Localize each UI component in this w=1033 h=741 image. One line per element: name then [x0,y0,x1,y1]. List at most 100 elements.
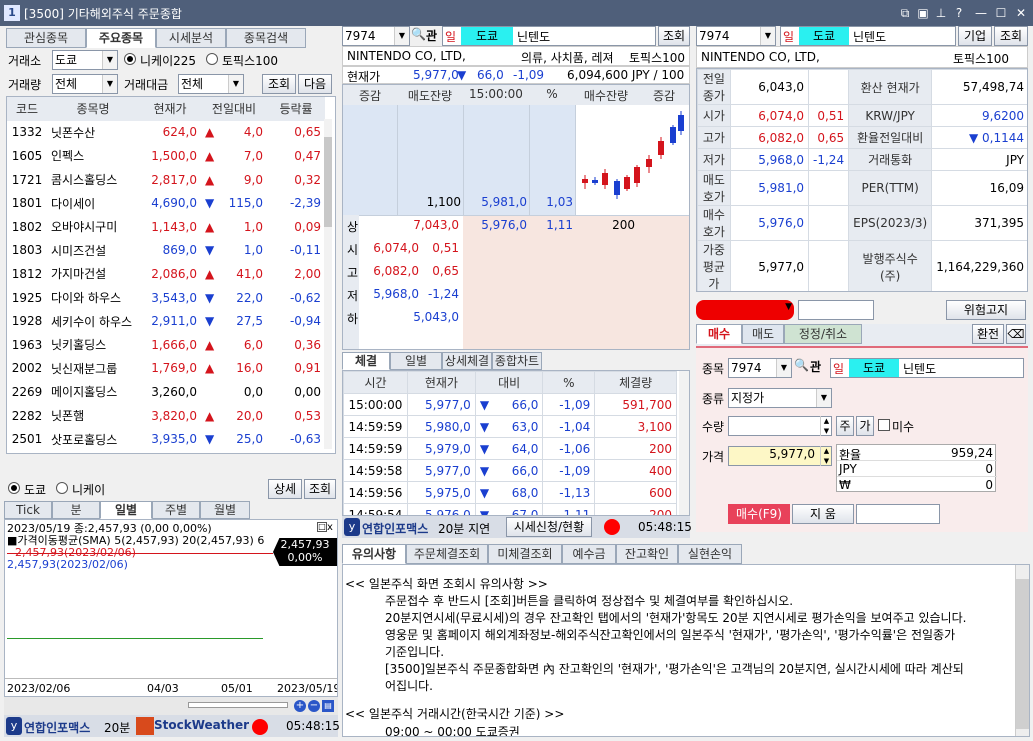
mid-market-box[interactable]: 일 도쿄 닌텐도 [442,26,656,46]
tab-search[interactable]: 종목검색 [226,28,306,48]
tab-analysis[interactable]: 시세분석 [156,28,226,48]
tab-daily[interactable]: 일별 [100,501,152,519]
buy-button[interactable]: 매수(F9) [728,504,790,524]
query-button[interactable]: 조회 [262,74,296,94]
tab-deposit[interactable]: 예수금 [562,544,616,564]
radio-nikkei[interactable] [56,482,68,494]
scroll-thumb[interactable] [324,137,332,227]
chart-window-icon[interactable]: □ [317,522,327,532]
close-icon[interactable]: ✕ [1012,4,1030,22]
tab-major[interactable]: 주요종목 [86,28,156,48]
tab-trades[interactable]: 체결 [342,352,390,370]
info-label2: 거래통화 [848,148,933,171]
right-market-box[interactable]: 일 도쿄 닌텐도 [780,26,956,46]
price-stepper[interactable]: ▲ ▼ [820,446,832,466]
qty-stepper[interactable]: ▲ ▼ [820,416,832,436]
radio-nikkei225[interactable] [124,53,136,65]
tab-detail-trades[interactable]: 상세체결 [442,352,492,370]
notice-scrollbar[interactable] [1015,565,1029,736]
tab-watchlist[interactable]: 관심종목 [6,28,86,48]
right-code-input[interactable]: 7974 ▼ [696,26,776,46]
order-code-input[interactable]: 7974 ▼ [728,358,792,378]
qty-input[interactable] [728,416,832,436]
list-item[interactable]: 1332 닛폰수산 624,0 ▲ 4,0 0,65 [7,121,325,145]
tab-tick[interactable]: Tick [4,501,52,519]
tab-monthly[interactable]: 월별 [200,501,250,519]
share-unit-button[interactable]: 주 [836,416,854,436]
misu-checkbox[interactable] [878,419,890,431]
screen-icon[interactable]: ▣ [914,4,932,22]
list-item[interactable]: 2002 닛신재분그룹 1,769,0 ▲ 16,0 0,91 [7,357,325,381]
help-icon[interactable]: ? [950,4,968,22]
company-button[interactable]: 기업 [958,26,992,46]
stock-code: 1925 [11,290,43,305]
eraser-icon[interactable]: ⌫ [1006,324,1026,344]
order-message-field[interactable] [856,504,940,524]
list-item[interactable]: 2269 메이지홀딩스 3,260,0 0,0 0,00 [7,380,325,404]
clear-button[interactable]: 지 움 [792,504,854,524]
stock-change: ▼ 115,0 [205,196,263,211]
tab-full-chart[interactable]: 종합차트 [492,352,542,370]
list-item[interactable]: 2282 닛폰햄 3,820,0 ▲ 20,0 0,53 [7,404,325,428]
maximize-icon[interactable]: ☐ [992,4,1010,22]
detail-button[interactable]: 상세 [268,479,302,499]
list-item[interactable]: 1925 다이와 하우스 3,543,0 ▼ 22,0 -0,62 [7,286,325,310]
search-icon[interactable]: 🔍 [411,27,426,45]
list-item[interactable]: 1963 닛키홀딩스 1,666,0 ▲ 6,0 0,36 [7,333,325,357]
list-item[interactable]: 2501 삿포로홀딩스 3,935,0 ▼ 25,0 -0,63 [7,427,325,451]
tab-sell[interactable]: 매도 [742,324,784,344]
tab-minute[interactable]: 분 [52,501,100,519]
amount-select[interactable]: 전체 ▼ [178,74,244,94]
list-scrollbar[interactable] [324,119,332,449]
list-item[interactable]: 1803 시미즈건설 869,0 ▼ 1,0 -0,11 [7,239,325,263]
tab-unfilled[interactable]: 미체결조회 [488,544,562,564]
chart-close-icon[interactable]: x [327,522,333,533]
tab-order-trades[interactable]: 주문체결조회 [406,544,488,564]
next-button[interactable]: 다음 [298,74,332,94]
mid-query-button[interactable]: 조회 [658,26,690,46]
list-item[interactable]: 1605 인펙스 1,500,0 ▲ 7,0 0,47 [7,144,325,168]
list-item[interactable]: 1928 세키수이 하우스 2,911,0 ▼ 27,5 -0,94 [7,309,325,333]
price-input[interactable]: 5,977,0 [728,446,832,466]
fx-button[interactable]: 환전 [972,324,1004,344]
mid-relation-icon[interactable]: 관 [426,27,437,44]
search-icon[interactable]: 🔍 [794,358,809,372]
restore-layout-icon[interactable]: ⧉ [896,4,914,22]
minimize-icon[interactable]: — [972,4,990,22]
query2-button[interactable]: 조회 [304,479,336,499]
tab-pnl[interactable]: 실현손익 [678,544,742,564]
zoom-slider[interactable] [188,702,288,708]
risk-notice-button[interactable]: 위험고지 [946,300,1026,320]
available-button[interactable]: 가 [856,416,874,436]
trade-scrollbar[interactable] [679,371,689,515]
radio-tokyo[interactable] [8,482,20,494]
apply-quote-button[interactable]: 시세신청/현황 [506,517,592,537]
trade-col-time: 시간 [343,371,408,394]
tab-balance[interactable]: 잔고확인 [616,544,678,564]
scroll-thumb[interactable] [1016,579,1029,729]
order-market-box[interactable]: 일 도쿄 닌텐도 [830,358,1024,378]
exchange-select[interactable]: 도쿄 ▼ [52,50,118,70]
right-query-button[interactable]: 조회 [994,26,1028,46]
relation-icon[interactable]: 관 [810,358,821,375]
password-input[interactable] [798,300,874,320]
list-item[interactable]: 1801 다이세이 4,690,0 ▼ 115,0 -2,39 [7,191,325,215]
tab-daily-trades[interactable]: 일별 [390,352,442,370]
chart-settings-icon[interactable]: ▤ [322,700,334,712]
tab-weekly[interactable]: 주별 [152,501,200,519]
tab-notice[interactable]: 유의사항 [342,544,406,564]
mid-delay: 20분 지연 [438,522,491,536]
radio-topix100[interactable] [206,53,218,65]
list-item[interactable]: 1802 오바야시구미 1,143,0 ▲ 1,0 0,09 [7,215,325,239]
tab-modify[interactable]: 정정/취소 [784,324,862,344]
mid-code-input[interactable]: 7974 ▼ [342,26,410,46]
zoom-out-icon[interactable]: − [308,700,320,712]
list-item[interactable]: 1721 콤시스홀딩스 2,817,0 ▲ 9,0 0,32 [7,168,325,192]
order-type-select[interactable]: 지정가 ▼ [728,388,832,408]
tab-buy[interactable]: 매수 [696,324,742,344]
volume-select[interactable]: 전체 ▼ [52,74,118,94]
pin-icon[interactable]: ⊥ [932,4,950,22]
list-item[interactable]: 1812 가지마건설 2,086,0 ▲ 41,0 2,00 [7,262,325,286]
account-select[interactable]: ▼ [696,300,794,320]
zoom-in-icon[interactable]: + [294,700,306,712]
